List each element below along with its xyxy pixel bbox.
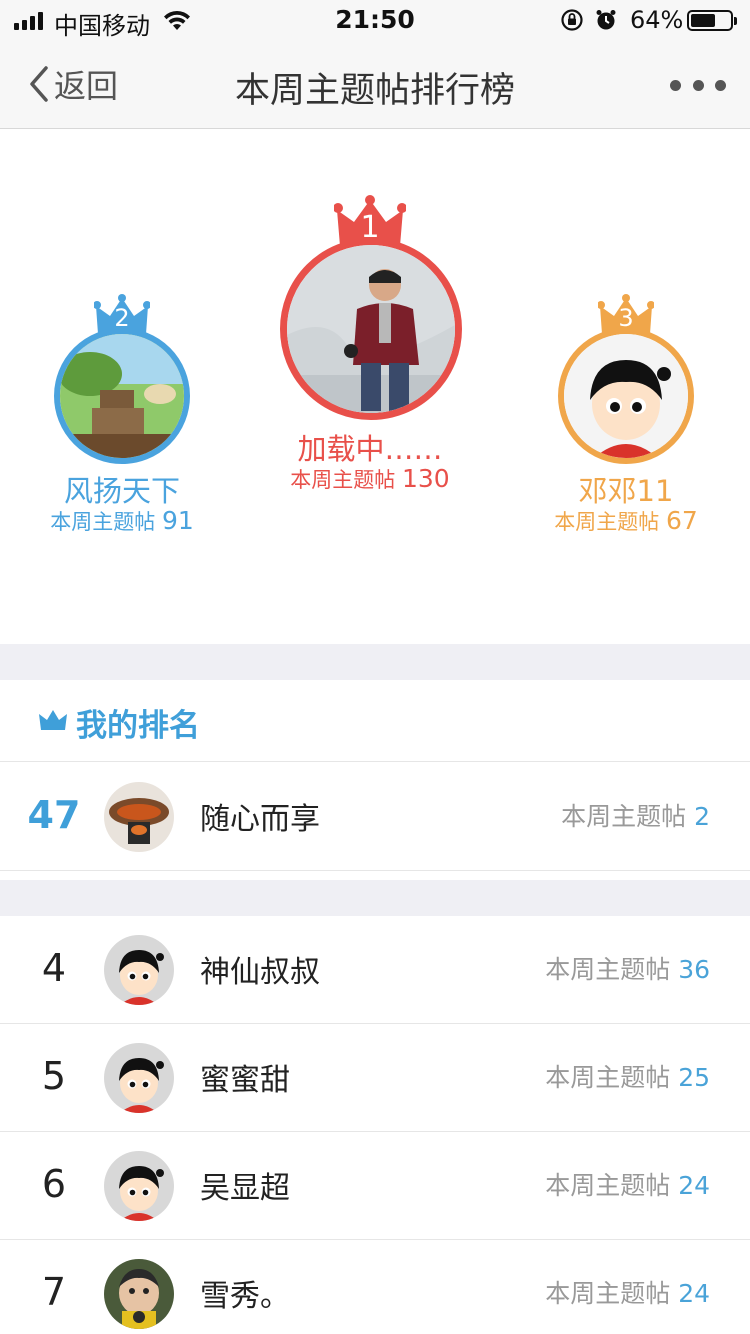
podium-count-value: 130 bbox=[401, 464, 450, 493]
podium-name: 加载中…… bbox=[297, 432, 443, 466]
back-label: 返回 bbox=[54, 67, 119, 105]
rank-list-row[interactable]: 5 蜜蜜甜 本周主题帖 25 bbox=[0, 1024, 750, 1132]
nav-bar: 返回 本周主题帖排行榜 bbox=[0, 40, 750, 129]
rank-count: 本周主题帖 2 bbox=[561, 797, 710, 833]
default-avatar-image bbox=[104, 935, 174, 1005]
battery-icon bbox=[687, 10, 737, 31]
rank-count-label: 本周主题帖 bbox=[545, 1171, 671, 1200]
my-rank-title: 我的排名 bbox=[76, 708, 200, 744]
rotation-lock-icon bbox=[561, 9, 583, 31]
battery-percent: 64% bbox=[630, 6, 684, 34]
rank-count-value: 36 bbox=[678, 955, 710, 984]
podium-count: 本周主题帖 67 bbox=[536, 506, 716, 536]
rank-count-value: 24 bbox=[678, 1279, 710, 1308]
more-dot-icon bbox=[670, 79, 681, 91]
default-avatar-image bbox=[564, 334, 688, 458]
more-dot-icon bbox=[715, 79, 726, 91]
podium-count: 本周主题帖 91 bbox=[32, 506, 212, 536]
avatar bbox=[54, 328, 190, 464]
podium-count-value: 91 bbox=[161, 506, 194, 535]
rank-list-row[interactable]: 4 神仙叔叔 本周主题帖 36 bbox=[0, 916, 750, 1024]
avatar-image bbox=[104, 1259, 174, 1329]
rank-list-row[interactable]: 7 雪秀。 本周主题帖 24 bbox=[0, 1240, 750, 1334]
rank-count-label: 本周主题帖 bbox=[545, 955, 671, 984]
podium-count-label: 本周主题帖 bbox=[50, 510, 156, 534]
rank-number: 4 bbox=[41, 946, 67, 990]
default-avatar-image bbox=[104, 1151, 174, 1221]
rank-count-value: 24 bbox=[678, 1171, 710, 1200]
chevron-left-icon bbox=[30, 66, 48, 102]
default-avatar-image bbox=[104, 1043, 174, 1113]
rank-name: 蜜蜜甜 bbox=[200, 1063, 290, 1098]
rank-count: 本周主题帖 25 bbox=[545, 1058, 710, 1094]
rank-number: 47 bbox=[27, 793, 81, 837]
avatar bbox=[280, 238, 462, 420]
my-rank-row[interactable]: 47 随心而享 本周主题帖 2 bbox=[0, 763, 750, 871]
rank-count: 本周主题帖 24 bbox=[545, 1166, 710, 1202]
rank-name: 吴显超 bbox=[200, 1171, 290, 1206]
rank-name: 雪秀。 bbox=[200, 1279, 290, 1314]
podium-name: 邓邓11 bbox=[578, 474, 674, 508]
rank-count-label: 本周主题帖 bbox=[545, 1063, 671, 1092]
top-three-podium: 2 风扬天下 本周主题帖 91 1 加载中…… 本周主题帖 130 3 邓邓11… bbox=[0, 130, 750, 644]
avatar bbox=[104, 1151, 174, 1221]
rank-count-value: 2 bbox=[694, 802, 710, 831]
section-divider bbox=[0, 880, 750, 916]
rank-list-row[interactable]: 6 吴显超 本周主题帖 24 bbox=[0, 1132, 750, 1240]
rank-number: 6 bbox=[41, 1162, 67, 1206]
avatar bbox=[104, 935, 174, 1005]
avatar bbox=[104, 1043, 174, 1113]
avatar bbox=[104, 782, 174, 852]
rank-name: 神仙叔叔 bbox=[200, 955, 320, 990]
rank-count-value: 25 bbox=[678, 1063, 710, 1092]
status-bar: 中国移动 21:50 64% bbox=[0, 0, 750, 40]
avatar bbox=[104, 1259, 174, 1329]
rank-number: 5 bbox=[41, 1054, 67, 1098]
back-button[interactable]: 返回 bbox=[28, 62, 118, 106]
podium-name: 风扬天下 bbox=[63, 474, 180, 508]
more-dot-icon bbox=[692, 79, 704, 91]
section-divider bbox=[0, 644, 750, 680]
avatar bbox=[558, 328, 694, 464]
avatar-image bbox=[60, 334, 184, 458]
rank-count: 本周主题帖 36 bbox=[545, 950, 710, 986]
more-menu-button[interactable] bbox=[670, 70, 726, 100]
crown-icon bbox=[39, 710, 67, 730]
alarm-icon bbox=[596, 10, 616, 30]
podium-count: 本周主题帖 130 bbox=[270, 464, 470, 494]
podium-entry-rank-3[interactable]: 3 邓邓11 本周主题帖 67 bbox=[536, 288, 716, 538]
podium-count-label: 本周主题帖 bbox=[290, 468, 396, 492]
avatar-image bbox=[104, 782, 174, 852]
rank-count-label: 本周主题帖 bbox=[561, 802, 687, 831]
my-rank-header: 我的排名 bbox=[0, 680, 750, 762]
podium-entry-rank-2[interactable]: 2 风扬天下 本周主题帖 91 bbox=[32, 288, 212, 538]
rank-number: 7 bbox=[41, 1270, 67, 1314]
rank-count-label: 本周主题帖 bbox=[545, 1279, 671, 1308]
podium-count-label: 本周主题帖 bbox=[554, 510, 660, 534]
battery-fill bbox=[691, 14, 715, 27]
rank-name: 随心而享 bbox=[200, 802, 320, 837]
podium-entry-rank-1[interactable]: 1 加载中…… 本周主题帖 130 bbox=[270, 194, 470, 504]
avatar-image bbox=[287, 245, 455, 413]
rank-count: 本周主题帖 24 bbox=[545, 1274, 710, 1310]
podium-count-value: 67 bbox=[665, 506, 698, 535]
